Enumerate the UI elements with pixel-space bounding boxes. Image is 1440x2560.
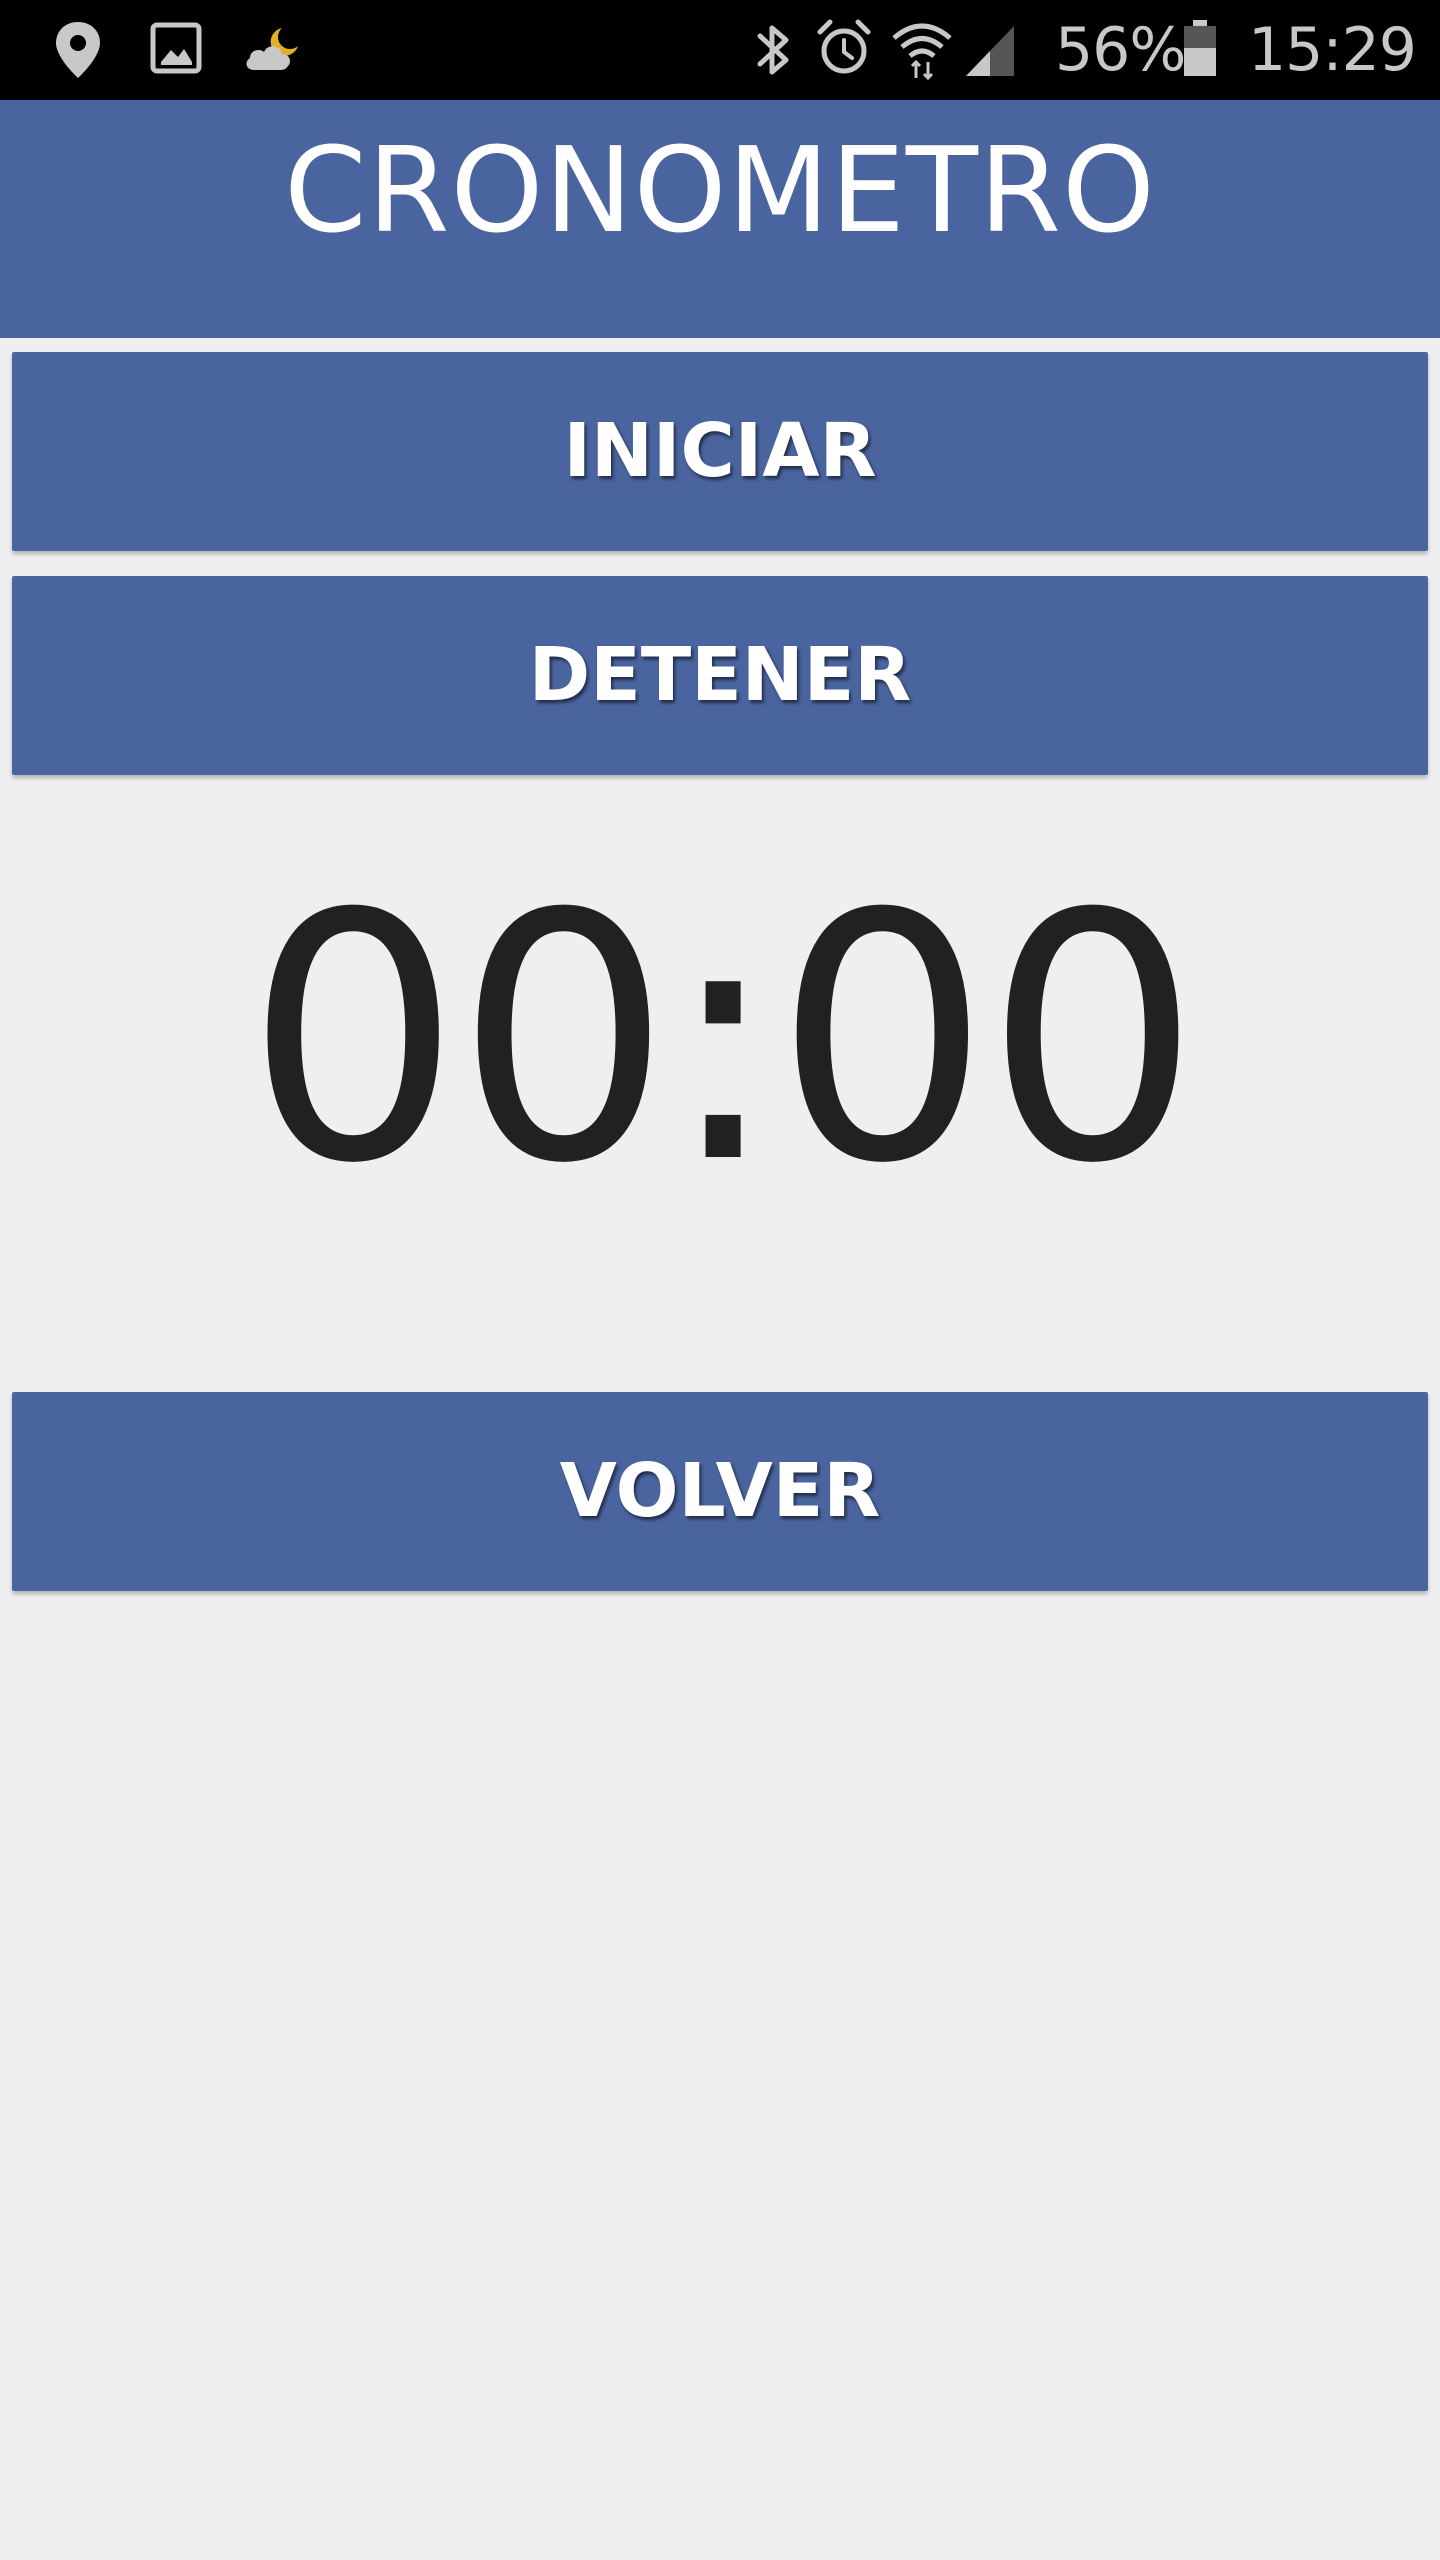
status-clock: 15:29 [1248, 15, 1417, 85]
timer-display: 00:00 [245, 842, 1201, 1238]
image-icon [150, 22, 202, 78]
app-bar: CRONOMETRO [0, 100, 1440, 338]
start-button[interactable]: INICIAR [12, 352, 1428, 551]
battery-percent: 56% [1055, 15, 1186, 85]
bluetooth-icon [752, 20, 796, 84]
stop-button[interactable]: DETENER [12, 576, 1428, 775]
back-button[interactable]: VOLVER [12, 1392, 1428, 1591]
app-title: CRONOMETRO [284, 121, 1156, 259]
wifi-icon [890, 18, 954, 84]
status-bar: 56% 15:29 [0, 0, 1440, 100]
location-pin-icon [52, 20, 104, 84]
battery-icon [1182, 18, 1218, 82]
alarm-icon [816, 18, 872, 82]
weather-cloud-moon-icon [242, 24, 306, 78]
signal-icon [962, 22, 1018, 82]
